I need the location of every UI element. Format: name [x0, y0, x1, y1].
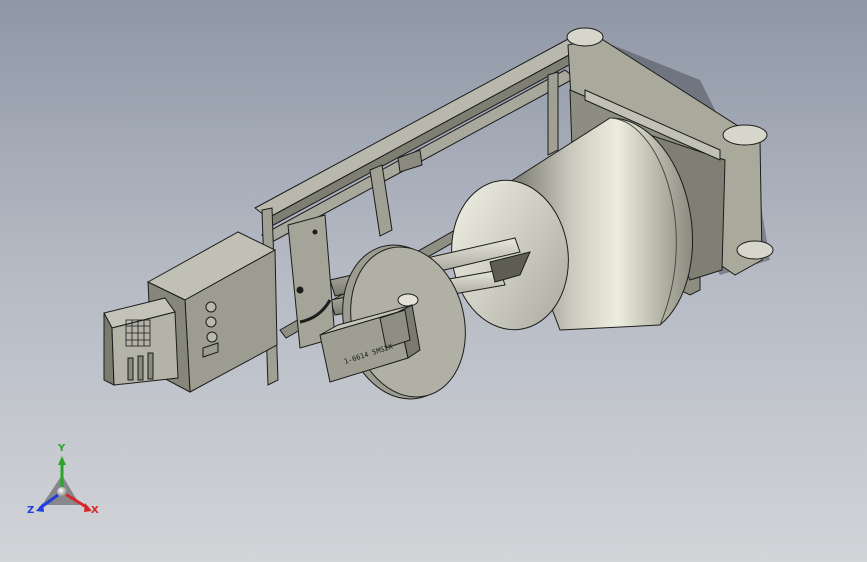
drum-roll[interactable] — [442, 117, 693, 337]
front-panel[interactable] — [103, 297, 179, 386]
view-triad[interactable] — [36, 456, 92, 512]
triad-y-label: Y — [58, 443, 66, 454]
triad-z-label: Z — [27, 505, 35, 516]
indicator-light-1 — [205, 301, 217, 313]
indicator-light-3 — [206, 331, 218, 343]
indicator-light-2 — [205, 316, 217, 328]
triad-x-label: X — [91, 505, 99, 516]
cad-viewport[interactable]: 1-6614 SMS2X — [0, 0, 867, 562]
